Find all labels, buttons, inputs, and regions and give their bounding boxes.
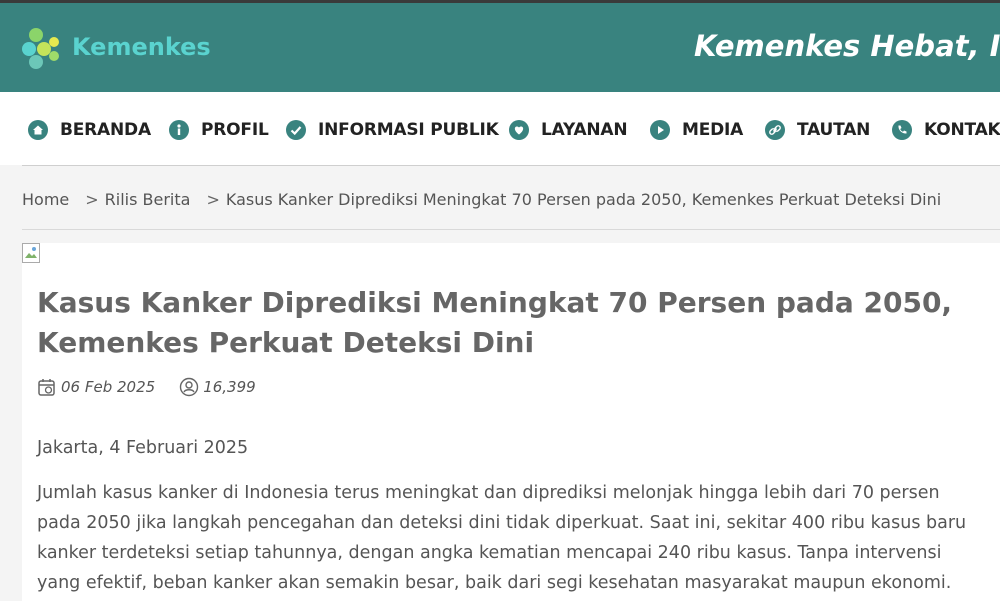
link-icon [765,120,785,140]
breadcrumb-current: Kasus Kanker Diprediksi Meningkat 70 Per… [225,189,942,209]
nav-label: MEDIA [682,120,744,140]
nav-item-beranda[interactable]: BERANDA [28,119,151,141]
nav-item-profil[interactable]: PROFIL [169,119,269,141]
article-date: 06 Feb 2025 [37,377,155,397]
nav-item-kontak[interactable]: KONTAK [892,119,1000,141]
breadcrumb: Home > Rilis Berita > Kasus Kanker Dipre… [22,186,941,212]
nav-label: INFORMASI PUBLIK [318,120,499,140]
nav-item-media[interactable]: MEDIA [650,119,743,141]
nav-divider [22,165,1000,166]
article-date-text: 06 Feb 2025 [61,378,156,396]
info-icon [169,120,189,140]
article-views: 16,399 [179,377,256,397]
kemenkes-logo[interactable]: Kemenkes [20,25,220,71]
article-title-line2: Kemenkes Perkuat Deteksi Dini [37,326,535,359]
nav-label: LAYANAN [541,120,628,140]
article-title: Kasus Kanker Diprediksi Meningkat 70 Per… [37,283,987,363]
article-card: Kasus Kanker Diprediksi Meningkat 70 Per… [22,243,1000,601]
article-paragraph: Jumlah kasus kanker di Indonesia terus m… [37,483,967,593]
check-circle-icon [286,120,306,140]
breadcrumb-home[interactable]: Home [22,190,69,209]
phone-icon [892,120,912,140]
article-dateline: Jakarta, 4 Februari 2025 [37,438,249,458]
breadcrumb-category[interactable]: Rilis Berita [105,190,191,209]
home-icon [28,120,48,140]
site-header: Kemenkes Kemenkes Hebat, Indonesia Kuat [0,3,1000,92]
article-title-line1: Kasus Kanker Diprediksi Meningkat 70 Per… [37,286,953,319]
nav-item-tautan[interactable]: TAUTAN [765,119,870,141]
heart-icon [509,120,529,140]
calendar-icon [38,379,55,396]
header-tagline: Kemenkes Hebat, Indonesia Kuat [694,29,1000,63]
nav-label: TAUTAN [797,120,871,140]
article-views-text: 16,399 [203,378,256,396]
breadcrumb-separator: > [206,189,220,209]
nav-label: PROFIL [201,120,269,140]
nav-label: BERANDA [60,120,151,140]
breadcrumb-separator: > [85,189,99,209]
breadcrumb-divider [22,229,1000,230]
broken-image-icon [22,243,40,263]
nav-item-layanan[interactable]: LAYANAN [509,119,628,141]
main-nav: BERANDA PROFIL INFORMASI PUBLIK LAYANAN … [0,92,1000,165]
logo-text: Kemenkes [72,33,211,61]
kemenkes-logo-icon [22,28,59,69]
article-meta: 06 Feb 2025 16,399 [37,376,280,398]
play-icon [650,120,670,140]
views-user-icon [179,377,199,397]
nav-item-informasi-publik[interactable]: INFORMASI PUBLIK [286,119,499,141]
nav-label: KONTAK [924,120,1000,140]
